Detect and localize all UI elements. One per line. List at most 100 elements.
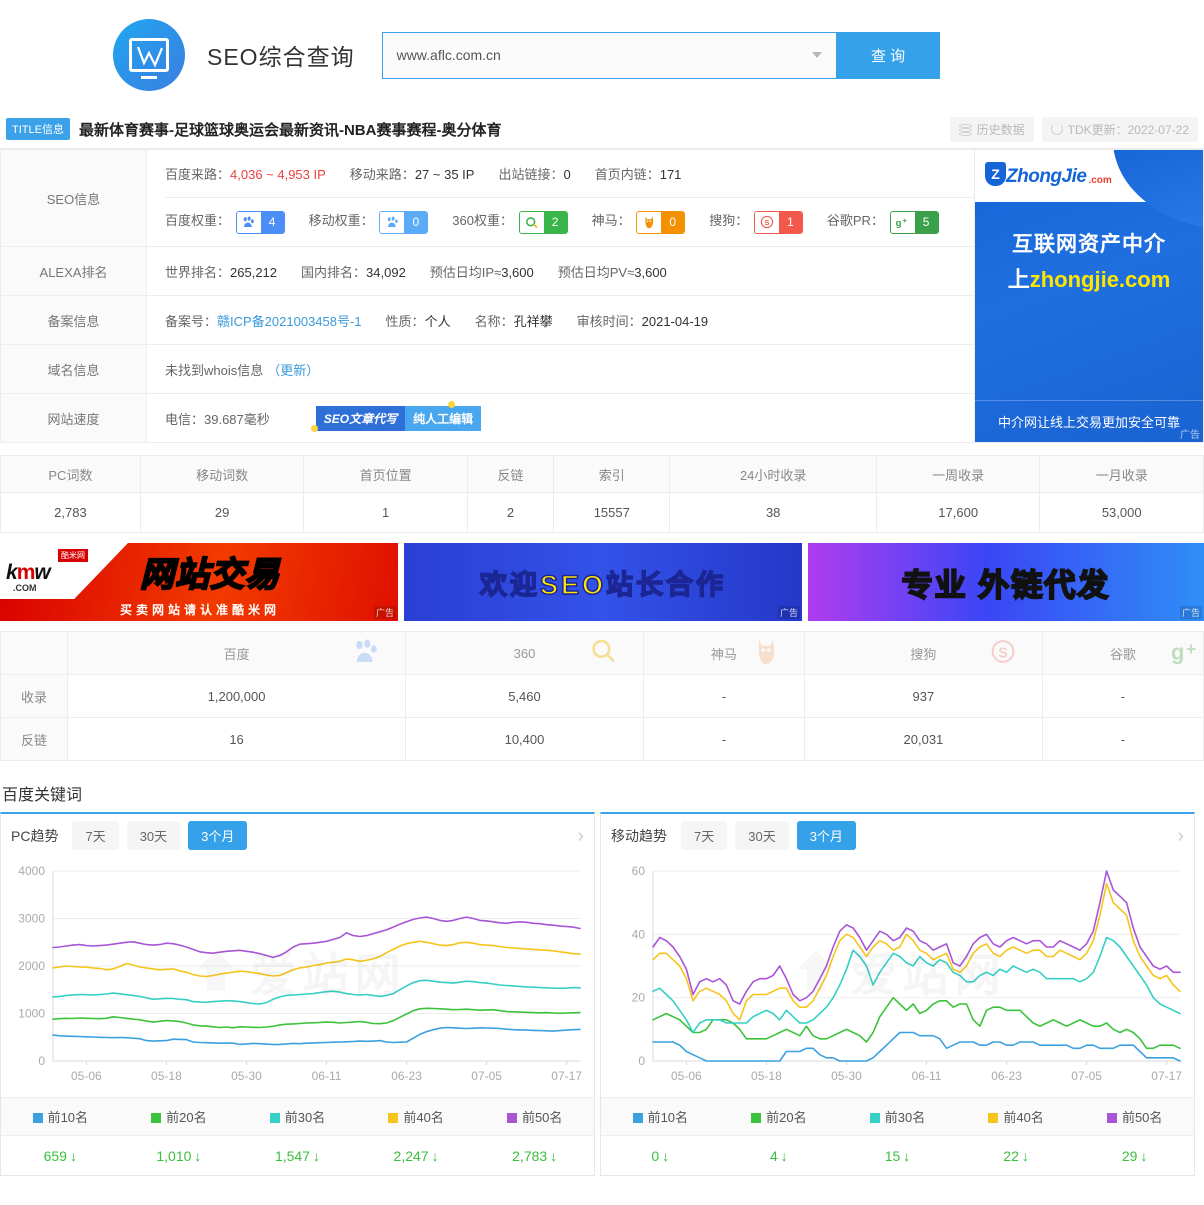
- legend-item-top50: 前50名: [1075, 1107, 1194, 1126]
- tab-3m[interactable]: 3个月: [188, 821, 248, 850]
- engine-row-label-index: 收录: [0, 674, 68, 718]
- history-data-button[interactable]: 历史数据: [949, 116, 1034, 142]
- legend-swatch: [388, 1113, 399, 1123]
- legend-item-top10: 前10名: [1, 1107, 120, 1126]
- sogou-s-icon: S: [990, 639, 1016, 668]
- kv-mobile-weight: 移动权重： 0: [309, 210, 429, 234]
- speed-text: 电信：39.687毫秒: [165, 411, 270, 427]
- legend-item-top20: 前20名: [720, 1107, 839, 1126]
- badge-360-weight[interactable]: 2: [518, 210, 568, 234]
- kmw-brand: kmw: [6, 561, 51, 584]
- badge-google-pr[interactable]: g + 5: [889, 210, 939, 234]
- chevron-right-icon[interactable]: ›: [1177, 826, 1184, 846]
- engine-col-360: 360: [405, 631, 644, 675]
- baidu-paw-icon: [236, 211, 261, 233]
- table-row: 反链 16 10,400 - 20,031 -: [0, 717, 1204, 761]
- ad-banner-seo-coop[interactable]: 欢迎SEO站长合作 广告: [404, 543, 802, 621]
- icp-link[interactable]: 赣ICP备2021003458号-1: [217, 314, 362, 329]
- chevron-down-icon[interactable]: [811, 52, 822, 58]
- svg-text:+: +: [903, 216, 908, 225]
- svg-text:06-11: 06-11: [312, 1069, 342, 1083]
- svg-text:3000: 3000: [18, 912, 45, 926]
- engine-cell-shenma-backlink: -: [642, 717, 806, 761]
- kv-domestic-rank: 国内排名：34,092: [301, 264, 406, 280]
- site-info-section: SEO信息 百度来路：4,036 ~ 4,953 IP 移动来路：27 ~ 35…: [0, 148, 1204, 443]
- stats-value-index: 15557: [553, 492, 671, 533]
- tdk-update-chip[interactable]: TDK更新：2022-07-22: [1041, 116, 1198, 142]
- svg-text:S: S: [998, 645, 1008, 661]
- chart-values: 659 ↓ 1,010 ↓ 1,547 ↓ 2,247 ↓ 2,783 ↓: [1, 1135, 594, 1175]
- seo-ad-left: SEO文章代写: [315, 405, 406, 431]
- whois-update-link[interactable]: （更新）: [267, 360, 319, 379]
- legend-swatch: [32, 1113, 43, 1123]
- monitor-chart-icon: [129, 38, 169, 72]
- tab-30d[interactable]: 30天: [126, 821, 181, 850]
- tab-7d[interactable]: 7天: [681, 821, 728, 850]
- chart-svg: 0 1000 2000 3000 4000 05-06 05-18 05-30 06-11 06-…: [18, 864, 582, 1083]
- kv-icp-number: 备案号：赣ICP备2021003458号-1: [165, 313, 362, 329]
- row-label-seo: SEO信息: [0, 149, 147, 247]
- seo-traffic-row: 百度来路：4,036 ~ 4,953 IP 移动来路：27 ~ 35 IP 出站…: [165, 150, 975, 198]
- badge-mobile-weight[interactable]: 0: [379, 210, 429, 234]
- site-info-table: SEO信息 百度来路：4,036 ~ 4,953 IP 移动来路：27 ~ 35…: [0, 149, 975, 443]
- stats-header-backlinks: 反链: [466, 455, 555, 493]
- svg-text:0: 0: [638, 1054, 645, 1068]
- search-button[interactable]: 查 询: [836, 31, 940, 79]
- search-input-value: www.aflc.com.cn: [396, 47, 501, 63]
- ad-banner-backlink[interactable]: 专业 外链代发 广告: [808, 543, 1204, 621]
- stats-value-row: 2,783 29 1 2 15557 38 17,600 53,000: [0, 492, 1204, 533]
- panel-mobile-trend: 移动趋势 7天 30天 3个月 › 爱站网 0 20 40 60 05-06 05-18 0…: [600, 812, 1195, 1176]
- side-ad-zhongjie[interactable]: Z ZhongJie .com 互联网资产中介 上zhongjie.com 中介…: [975, 149, 1204, 443]
- shield-icon: Z: [985, 162, 1006, 186]
- seo-ad-right: 纯人工编辑: [405, 405, 482, 431]
- engine-cell-baidu-index: 1,200,000: [66, 674, 407, 718]
- stack-icon: [958, 123, 972, 136]
- whois-text: 未找到whois信息: [165, 362, 264, 378]
- decor-dot-icon: [310, 425, 318, 432]
- engine-cell-sogou-backlink: 20,031: [804, 717, 1043, 761]
- engine-col-shenma: 神马: [642, 631, 806, 675]
- engine-col-baidu: 百度: [66, 631, 407, 675]
- arrow-down-icon: ↓: [780, 1147, 788, 1164]
- engine-cell-baidu-backlink: 16: [66, 717, 407, 761]
- legend-swatch: [1106, 1113, 1117, 1123]
- svg-text:1000: 1000: [18, 1007, 45, 1021]
- seo-article-ad[interactable]: SEO文章代写 纯人工编辑: [310, 401, 482, 432]
- engine-header-row: 百度 360 神马 搜狗 S 谷歌 g +: [0, 631, 1204, 675]
- badge-sogou-weight[interactable]: S 1: [753, 210, 803, 234]
- kv-icp-date: 审核时间：2021-04-19: [576, 313, 709, 329]
- svg-text:2000: 2000: [18, 959, 45, 973]
- engine-col-google: 谷歌 g +: [1041, 631, 1204, 675]
- table-row-alexa: ALEXA排名 世界排名：265,212 国内排名：34,092 预估日均IP≈…: [0, 246, 975, 296]
- search-input[interactable]: www.aflc.com.cn: [381, 31, 837, 79]
- table-row-speed: 网站速度 电信：39.687毫秒 SEO文章代写 纯人工编辑: [0, 393, 975, 443]
- panel-header: PC趋势 7天 30天 3个月 ›: [1, 814, 594, 857]
- table-row: 收录 1,200,000 5,460 - 937 -: [0, 674, 1204, 718]
- trend-panels: PC趋势 7天 30天 3个月 › 爱站网 0 1000 2000 3000 4000 0…: [0, 812, 1204, 1176]
- stats-value-week: 17,600: [875, 492, 1041, 533]
- badge-shenma-weight[interactable]: 0: [636, 210, 686, 234]
- legend-item-top30: 前30名: [838, 1107, 957, 1126]
- tab-7d[interactable]: 7天: [72, 821, 119, 850]
- tab-30d[interactable]: 30天: [735, 821, 789, 850]
- svg-text:+: +: [1186, 639, 1196, 659]
- side-ad-body: 互联网资产中介 上zhongjie.com: [975, 228, 1203, 294]
- stats-header-week: 一周收录: [875, 455, 1041, 493]
- stats-header-row: PC词数 移动词数 首页位置 反链 索引 24小时收录 一周收录 一月收录: [0, 455, 1204, 493]
- chevron-right-icon[interactable]: ›: [577, 826, 584, 846]
- stats-header-24h: 24小时收录: [669, 455, 877, 493]
- 360-icon: [519, 211, 544, 233]
- tab-3m[interactable]: 3个月: [796, 821, 856, 850]
- engine-cell-sogou-index: 937: [804, 674, 1043, 718]
- badge-baidu-weight[interactable]: 4: [235, 210, 285, 234]
- svg-text:07-05: 07-05: [1071, 1069, 1102, 1083]
- stats-value-mobile-words: 29: [139, 492, 305, 533]
- chart-mobile-trend: 爱站网 0 20 40 60 05-06 05-18 05-30 06-11 06-23 07-0…: [601, 857, 1194, 1097]
- panel-title: 移动趋势: [611, 827, 667, 844]
- svg-text:05-18: 05-18: [751, 1069, 782, 1083]
- ad-banner-kumiwang[interactable]: kmw 酷米网 .COM 网站交易 买卖网站请认准酷米网 广告: [0, 543, 398, 621]
- legend-swatch: [751, 1113, 762, 1123]
- banner-headline: 网站交易: [139, 555, 280, 595]
- zhongjie-com: .com: [1088, 175, 1112, 186]
- row-label-icp: 备案信息: [0, 295, 147, 345]
